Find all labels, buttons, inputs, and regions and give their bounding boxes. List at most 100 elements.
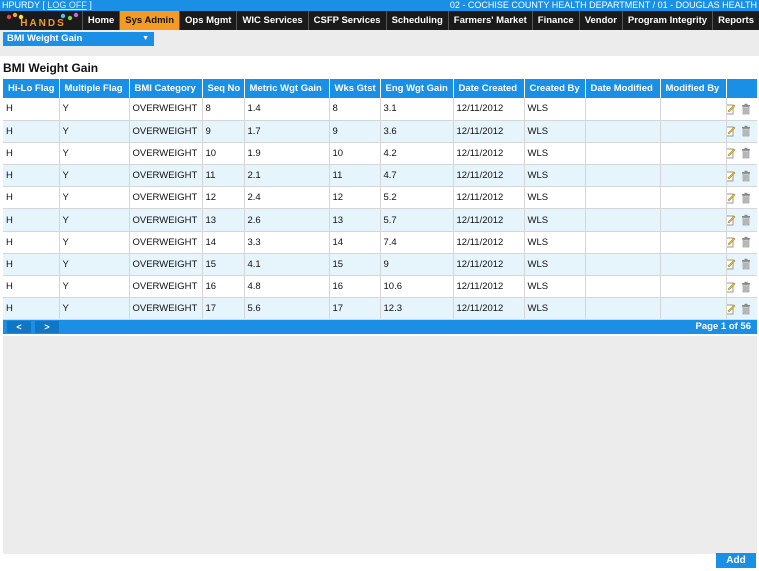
edit-icon[interactable]: [726, 125, 736, 137]
table-row[interactable]: H Y OVERWEIGHT 15 4.1 15 9 12/11/2012 WLS: [3, 253, 757, 277]
nav-vendor[interactable]: Vendor: [578, 11, 622, 30]
table-cell: 12/11/2012: [453, 98, 525, 121]
table-cell: [585, 120, 661, 143]
nav-menu: Home Sys Admin Ops Mgmt WIC Services CSFP Se…: [81, 11, 759, 30]
nav-csfp-services[interactable]: CSFP Services: [307, 11, 386, 30]
row-actions: [726, 231, 757, 254]
trash-icon[interactable]: [740, 214, 752, 226]
column-header[interactable]: Date Modified: [585, 79, 661, 98]
row-actions: [726, 297, 757, 321]
column-header[interactable]: Metric Wgt Gain: [244, 79, 330, 98]
table-row[interactable]: H Y OVERWEIGHT 16 4.8 16 10.6 12/11/2012 WLS: [3, 275, 757, 299]
table-cell: 4.1: [244, 253, 330, 277]
edit-icon[interactable]: [726, 170, 736, 182]
table-row[interactable]: H Y OVERWEIGHT 14 3.3 14 7.4 12/11/2012 WLS: [3, 231, 757, 254]
table-cell: 10: [329, 142, 381, 166]
edit-icon[interactable]: [726, 147, 736, 159]
bmi-weight-gain-grid: Hi-Lo Flag Multiple Flag BMI Category Seq N…: [3, 79, 757, 321]
main-nav-bar: HANDS Home Sys Admin Ops Mgmt WIC Services C…: [0, 11, 759, 30]
trash-icon[interactable]: [740, 192, 752, 204]
table-cell: OVERWEIGHT: [129, 208, 203, 232]
trash-icon[interactable]: [740, 125, 752, 137]
column-header[interactable]: BMI Category: [129, 79, 203, 98]
edit-icon[interactable]: [726, 192, 736, 204]
table-cell: H: [3, 297, 60, 321]
prev-page-button[interactable]: <: [7, 321, 31, 333]
table-cell: [585, 164, 661, 188]
add-button[interactable]: Add: [716, 553, 756, 568]
nav-home[interactable]: Home: [81, 11, 119, 30]
edit-icon[interactable]: [726, 281, 736, 293]
column-header[interactable]: Multiple Flag: [59, 79, 130, 98]
column-header[interactable]: Date Created: [453, 79, 525, 98]
hands-logo[interactable]: HANDS: [3, 12, 83, 29]
edit-icon[interactable]: [726, 103, 736, 115]
top-status-bar: HPURDY [ LOG OFF ] 02 - COCHISE COUNTY H…: [0, 0, 759, 11]
user-name: HPURDY: [2, 0, 40, 10]
table-row[interactable]: H Y OVERWEIGHT 12 2.4 12 5.2 12/11/2012 WLS: [3, 186, 757, 210]
trash-icon[interactable]: [740, 103, 752, 115]
edit-icon[interactable]: [726, 214, 736, 226]
column-header[interactable]: Modified By: [660, 79, 727, 98]
row-actions: [726, 208, 757, 232]
table-cell: 4.8: [244, 275, 330, 299]
row-actions: [726, 120, 757, 143]
trash-icon[interactable]: [740, 281, 752, 293]
table-cell: 17: [202, 297, 245, 321]
table-cell: H: [3, 231, 60, 254]
edit-icon[interactable]: [726, 236, 736, 248]
table-cell: WLS: [524, 253, 586, 277]
column-header[interactable]: Wks Gtst: [329, 79, 381, 98]
column-header[interactable]: [726, 79, 757, 98]
column-header[interactable]: Eng Wgt Gain: [380, 79, 454, 98]
nav-program-integrity[interactable]: Program Integrity: [621, 11, 712, 30]
table-cell: Y: [59, 186, 130, 210]
logout-link[interactable]: LOG OFF: [47, 0, 87, 10]
nav-finance[interactable]: Finance: [531, 11, 579, 30]
table-cell: [660, 275, 727, 299]
next-page-button[interactable]: >: [35, 321, 59, 333]
table-row[interactable]: H Y OVERWEIGHT 11 2.1 11 4.7 12/11/2012 WLS: [3, 164, 757, 188]
nav-ops-mgmt[interactable]: Ops Mgmt: [179, 11, 236, 30]
table-row[interactable]: H Y OVERWEIGHT 8 1.4 8 3.1 12/11/2012 WLS: [3, 98, 757, 121]
table-row[interactable]: H Y OVERWEIGHT 17 5.6 17 12.3 12/11/2012 WLS: [3, 297, 757, 321]
row-actions: [726, 253, 757, 277]
table-row[interactable]: H Y OVERWEIGHT 10 1.9 10 4.2 12/11/2012 WLS: [3, 142, 757, 166]
table-cell: 1.7: [244, 120, 330, 143]
nav-sys-admin[interactable]: Sys Admin: [119, 11, 179, 30]
table-row[interactable]: H Y OVERWEIGHT 13 2.6 13 5.7 12/11/2012 WLS: [3, 208, 757, 232]
nav-reports[interactable]: Reports: [712, 11, 759, 30]
table-row[interactable]: H Y OVERWEIGHT 9 1.7 9 3.6 12/11/2012 WLS: [3, 120, 757, 143]
trash-icon[interactable]: [740, 258, 752, 270]
table-cell: H: [3, 208, 60, 232]
nav-scheduling[interactable]: Scheduling: [385, 11, 448, 30]
table-cell: [660, 297, 727, 321]
table-cell: 15: [202, 253, 245, 277]
table-cell: 16: [329, 275, 381, 299]
trash-icon[interactable]: [740, 236, 752, 248]
module-dropdown[interactable]: BMI Weight Gain ▼: [3, 32, 154, 46]
column-header[interactable]: Created By: [524, 79, 586, 98]
nav-wic-services[interactable]: WIC Services: [236, 11, 307, 30]
table-cell: OVERWEIGHT: [129, 120, 203, 143]
edit-icon[interactable]: [726, 258, 736, 270]
trash-icon[interactable]: [740, 147, 752, 159]
table-cell: 5.6: [244, 297, 330, 321]
table-cell: H: [3, 253, 60, 277]
column-header[interactable]: Seq No: [202, 79, 245, 98]
trash-icon[interactable]: [740, 170, 752, 182]
table-cell: H: [3, 275, 60, 299]
row-actions: [726, 98, 757, 121]
table-cell: [585, 208, 661, 232]
column-header[interactable]: Hi-Lo Flag: [3, 79, 60, 98]
edit-icon[interactable]: [726, 303, 736, 315]
table-cell: [585, 142, 661, 166]
table-cell: WLS: [524, 275, 586, 299]
table-cell: 12/11/2012: [453, 275, 525, 299]
table-cell: [585, 275, 661, 299]
table-cell: 15: [329, 253, 381, 277]
trash-icon[interactable]: [740, 303, 752, 315]
table-cell: 4.7: [380, 164, 454, 188]
nav-farmers-market[interactable]: Farmers' Market: [447, 11, 532, 30]
user-info: HPURDY [ LOG OFF ]: [2, 0, 92, 10]
